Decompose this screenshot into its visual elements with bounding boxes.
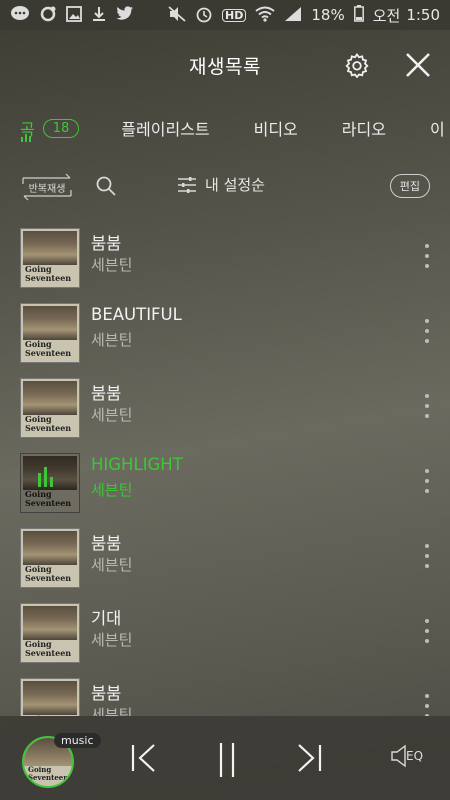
song-artist: 세븐틴	[91, 331, 133, 349]
playing-equalizer-icon	[38, 467, 53, 487]
clock-ampm: 오전	[372, 6, 401, 25]
album-art-text: Going Seventeen	[25, 263, 72, 283]
mini-player: Going Seventeen music EQ	[0, 716, 450, 800]
tab-radio[interactable]: 라디오	[342, 116, 386, 140]
signal-icon	[284, 6, 302, 25]
song-artist: 세븐틴	[91, 481, 133, 499]
page-title: 재생목록	[189, 55, 261, 78]
song-count-badge: 18	[42, 118, 80, 138]
search-button[interactable]	[94, 174, 118, 198]
sort-button[interactable]: 내 설정순	[177, 174, 265, 195]
song-artist: 세븐틴	[91, 406, 133, 424]
status-right: HD 18% 오전 1:50	[168, 5, 440, 26]
search-icon	[96, 176, 116, 196]
sliders-icon	[178, 176, 196, 193]
song-row[interactable]: Going Seventeen 붐붐세븐틴	[0, 370, 450, 445]
mute-icon	[168, 5, 186, 25]
song-row[interactable]: Going Seventeen 붐붐세븐틴	[0, 520, 450, 595]
album-art-text: Going Seventeen	[28, 765, 69, 782]
header: 재생목록	[0, 30, 450, 100]
repeat-button[interactable]: 반복재생	[20, 172, 74, 202]
battery-percent: 18%	[311, 6, 345, 24]
album-art: Going Seventeen	[20, 227, 80, 288]
tab-more[interactable]: 이	[430, 116, 445, 140]
previous-button[interactable]	[130, 742, 156, 778]
pause-icon	[219, 743, 235, 777]
song-row[interactable]: Going Seventeen BEAUTIFUL 세븐틴	[0, 295, 450, 370]
music-badge: music	[54, 733, 101, 748]
edit-button[interactable]: 편집	[389, 174, 430, 198]
eq-button[interactable]: EQ	[390, 744, 423, 768]
more-options-icon[interactable]	[422, 394, 432, 418]
settings-button[interactable]	[344, 52, 370, 79]
hd-icon: HD	[222, 8, 247, 22]
clock-time: 1:50	[406, 6, 440, 24]
tab-bar: 곡 18 플레이리스트 비디오 라디오 이	[0, 100, 450, 156]
status-left	[10, 5, 134, 26]
album-art: Going Seventeen	[20, 527, 80, 588]
repeat-label: 반복재생	[28, 183, 66, 195]
tab-playlist[interactable]: 플레이리스트	[121, 116, 209, 140]
battery-icon	[353, 5, 364, 25]
song-artist: 세븐틴	[91, 706, 133, 716]
wifi-icon	[255, 6, 275, 25]
album-art-text: Going Seventeen	[25, 413, 72, 433]
album-art-text: Going Seventeen	[25, 338, 72, 358]
more-options-icon[interactable]	[422, 544, 432, 568]
sort-label: 내 설정순	[205, 176, 265, 194]
album-art: Going Seventeen	[20, 377, 80, 438]
album-art: Going Seventeen	[20, 302, 80, 363]
image-icon	[66, 5, 82, 25]
chat-bubble-icon	[10, 5, 30, 26]
song-title: 붐붐	[91, 534, 122, 553]
song-title: HIGHLIGHT	[91, 455, 183, 474]
song-title: BEAUTIFUL	[91, 305, 182, 324]
song-row[interactable]: Going Seventeen 붐붐세븐틴	[0, 670, 450, 716]
now-playing-indicator-icon	[21, 134, 31, 142]
eq-label: EQ	[406, 749, 424, 763]
previous-icon	[131, 744, 155, 772]
album-art-text: Going Seventeen	[25, 563, 72, 583]
song-row[interactable]: Going Seventeen HIGHLIGHT 세븐틴	[0, 445, 450, 520]
song-artist: 세븐틴	[91, 256, 133, 274]
song-title: 기대	[91, 609, 122, 628]
status-bar: HD 18% 오전 1:50	[0, 0, 450, 30]
list-toolbar: 반복재생 내 설정순 편집	[0, 156, 450, 218]
alarm-icon	[195, 5, 213, 26]
song-title: 붐붐	[91, 684, 122, 703]
more-options-icon[interactable]	[422, 694, 432, 716]
pause-button[interactable]	[217, 742, 237, 782]
more-options-icon[interactable]	[422, 319, 432, 343]
song-list: Going Seventeen 붐붐 세븐틴 Going Seventeen BEAUT…	[0, 220, 450, 716]
song-title: 붐붐	[91, 384, 122, 403]
album-art-text: Going Seventeen	[25, 638, 72, 658]
close-icon	[406, 53, 430, 77]
song-artist: 세븐틴	[91, 556, 133, 574]
more-options-icon[interactable]	[422, 619, 432, 643]
twitter-icon	[116, 5, 134, 25]
close-button[interactable]	[403, 50, 433, 80]
more-options-icon[interactable]	[422, 244, 432, 268]
tab-video[interactable]: 비디오	[254, 116, 298, 140]
song-title: 붐붐	[91, 234, 122, 253]
album-art-text: Going Seventeen	[25, 488, 72, 508]
song-artist: 세븐틴	[91, 631, 133, 649]
more-options-icon[interactable]	[422, 469, 432, 493]
next-button[interactable]	[297, 742, 323, 778]
sync-icon	[39, 5, 57, 26]
song-row[interactable]: Going Seventeen 붐붐세븐틴	[0, 220, 450, 295]
download-icon	[91, 6, 107, 25]
song-row[interactable]: Going Seventeen 기대세븐틴	[0, 595, 450, 670]
gear-icon	[345, 52, 369, 79]
next-icon	[298, 744, 322, 772]
album-art: Going Seventeen	[20, 677, 80, 716]
album-art: Going Seventeen	[20, 602, 80, 663]
